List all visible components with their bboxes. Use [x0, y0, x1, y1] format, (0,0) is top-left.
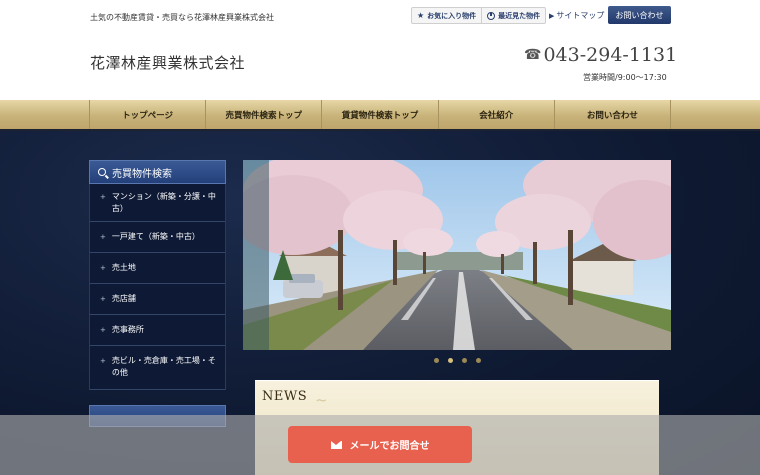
phone-text: 043-294-1131	[543, 44, 678, 66]
phone-icon: ☎	[524, 47, 542, 63]
business-hours: 営業時間/9:00～17:30	[583, 73, 667, 82]
plus-icon: +	[100, 264, 106, 272]
slider-dots	[243, 358, 671, 363]
nav-item-contact[interactable]: お問い合わせ	[553, 100, 672, 129]
slide-image-cherry-blossom-road	[243, 160, 671, 350]
recent-link[interactable]: 最近見た物件	[481, 8, 545, 23]
sidebar-item-label: 一戸建て（新築・中古）	[111, 232, 200, 241]
sitemap-link[interactable]: ▶ サイトマップ	[549, 10, 604, 21]
plus-icon: +	[100, 295, 106, 303]
sidebar-item-office[interactable]: + 売事務所	[90, 315, 225, 346]
sidebar-title: 売買物件検索	[112, 168, 172, 180]
sidebar-item-label: マンション（新築・分譲・中古）	[111, 192, 216, 213]
slider-dot-4[interactable]	[475, 358, 481, 363]
sitemap-label: サイトマップ	[556, 11, 605, 20]
nav-item-top[interactable]: トップページ	[89, 100, 205, 129]
slider-dot-1[interactable]	[433, 358, 439, 363]
recent-label: 最近見た物件	[498, 11, 541, 20]
plus-icon: +	[100, 357, 106, 365]
utility-links: ★ お気に入り物件 最近見た物件	[411, 7, 547, 24]
phone-number: ☎ 043-294-1131	[524, 44, 677, 66]
favorites-label: お気に入り物件	[427, 11, 477, 20]
plus-icon: +	[100, 326, 106, 334]
favorites-link[interactable]: ★ お気に入り物件	[412, 8, 481, 23]
sidebar-header: 売買物件検索	[89, 160, 226, 184]
sidebar-item-label: 売土地	[111, 263, 136, 272]
envelope-icon	[330, 440, 342, 449]
sidebar-item-house[interactable]: + 一戸建て（新築・中古）	[90, 222, 225, 253]
sidebar: 売買物件検索 + マンション（新築・分譲・中古） + 一戸建て（新築・中古） +…	[89, 160, 226, 427]
sidebar-item-mansion[interactable]: + マンション（新築・分譲・中古）	[90, 184, 225, 222]
sidebar-list: + マンション（新築・分譲・中古） + 一戸建て（新築・中古） + 売土地 + …	[89, 184, 226, 390]
sidebar-item-label: 売事務所	[111, 325, 144, 334]
search-icon	[98, 168, 106, 176]
news-title: NEWS	[262, 389, 308, 404]
slider-dot-2[interactable]	[447, 358, 453, 363]
sidebar-item-label: 売店舗	[111, 294, 136, 303]
clock-icon	[487, 11, 496, 20]
star-icon: ★	[417, 11, 425, 20]
slider-dot-3[interactable]	[461, 358, 467, 363]
contact-button[interactable]: お問い合わせ	[608, 6, 671, 24]
mail-inquiry-label: メールでお問合せ	[349, 441, 430, 452]
plus-icon: +	[100, 233, 106, 241]
nav-item-rent-search[interactable]: 賃貸物件検索トップ	[321, 100, 437, 129]
site-tagline: 土気の不動産賃貸・売買なら花澤林産興業株式会社	[90, 13, 274, 22]
hero-slider[interactable]	[243, 160, 671, 363]
arrow-right-icon: ▶	[549, 11, 555, 20]
sidebar-item-building[interactable]: + 売ビル・売倉庫・売工場・その他	[90, 346, 225, 390]
news-decoration: ~	[315, 391, 328, 409]
mail-inquiry-button[interactable]: メールでお問合せ	[288, 426, 472, 463]
nav-item-sale-search[interactable]: 売買物件検索トップ	[205, 100, 321, 129]
sidebar-item-shop[interactable]: + 売店舗	[90, 284, 225, 315]
company-logo[interactable]: 花澤林産興業株式会社	[90, 52, 245, 73]
global-nav: トップページ 売買物件検索トップ 賃貸物件検索トップ 会社紹介 お問い合わせ	[0, 100, 760, 131]
site-header: 土気の不動産賃貸・売買なら花澤林産興業株式会社 ★ お気に入り物件 最近見た物件…	[0, 0, 760, 100]
plus-icon: +	[100, 193, 106, 201]
sidebar-item-land[interactable]: + 売土地	[90, 253, 225, 284]
nav-item-company[interactable]: 会社紹介	[437, 100, 554, 129]
sidebar-item-label: 売ビル・売倉庫・売工場・その他	[111, 356, 216, 377]
